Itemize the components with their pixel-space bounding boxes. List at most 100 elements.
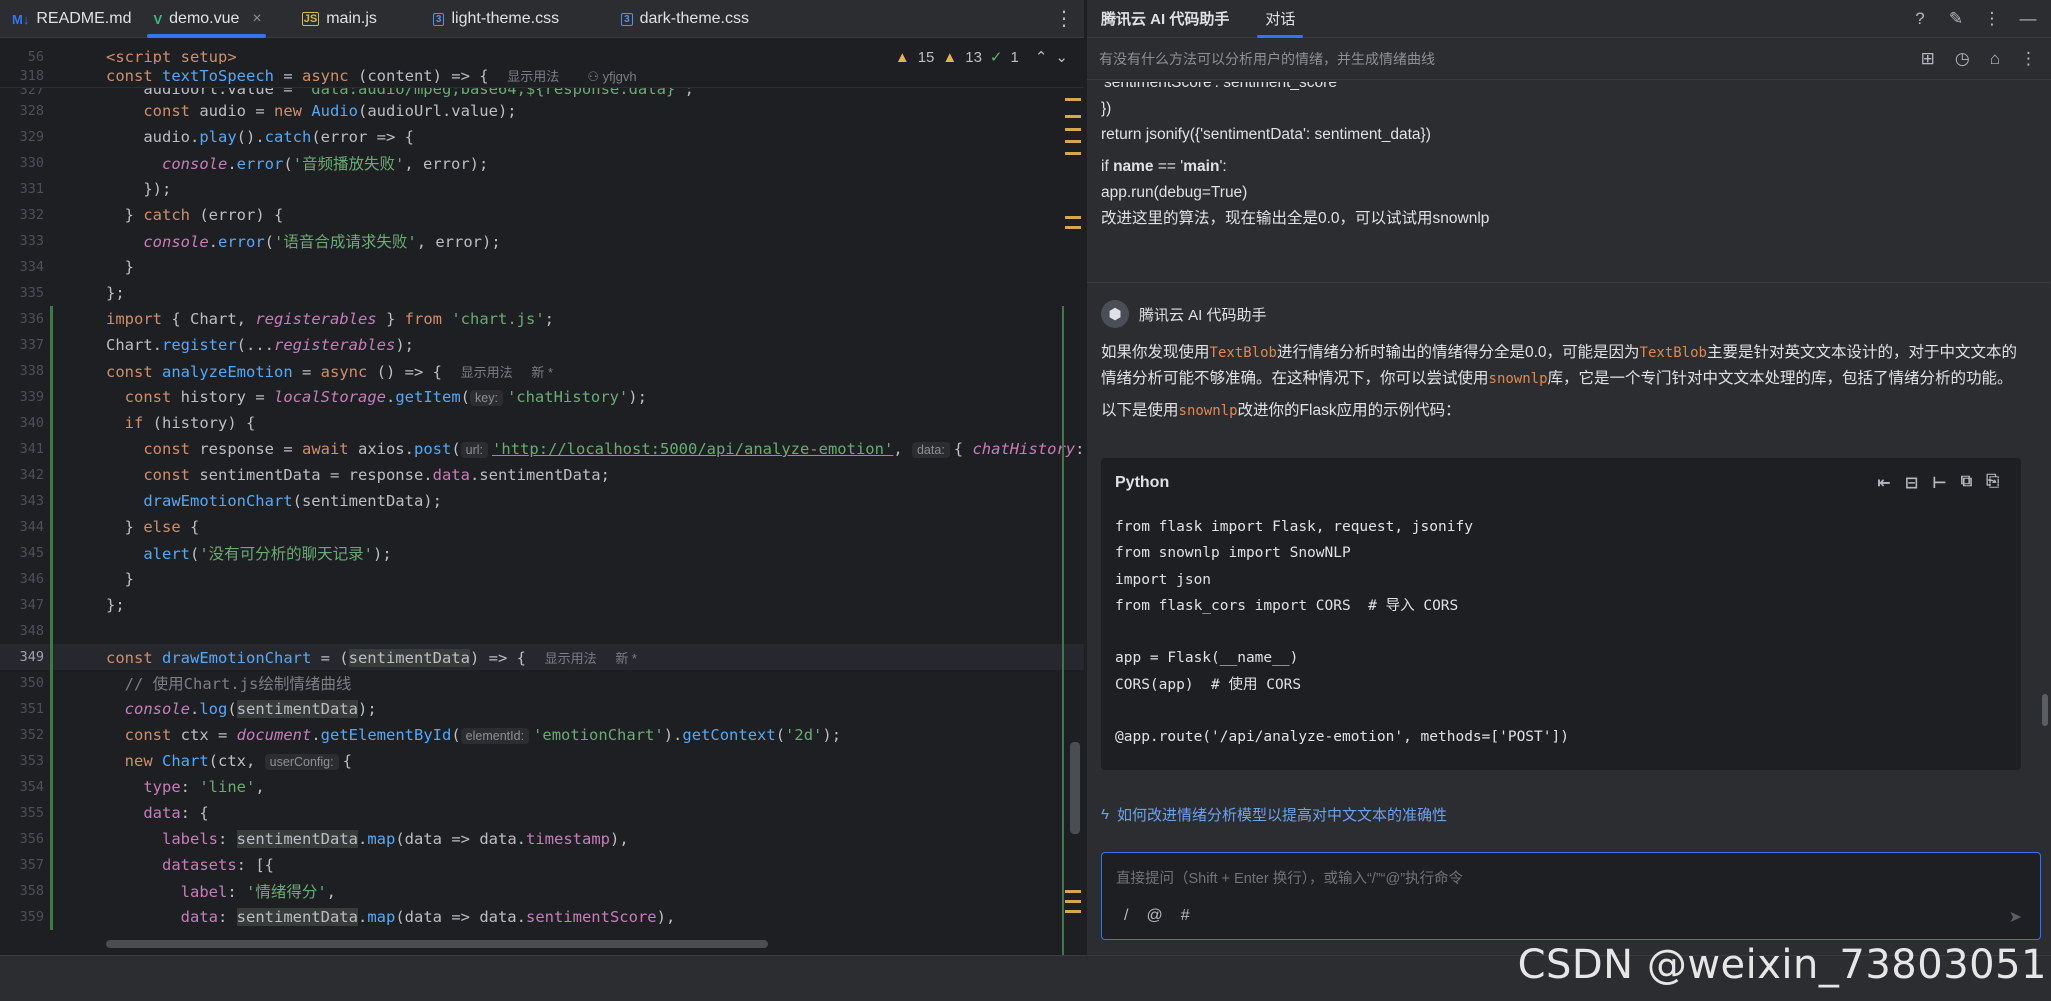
chat-scrollbar[interactable]	[2042, 694, 2048, 726]
command-button[interactable]: /	[1124, 907, 1128, 925]
code-line: 346 }	[0, 566, 1084, 592]
code-language: Python	[1115, 474, 1170, 491]
code-area[interactable]: 56 <script setup> 318 const textToSpeech…	[0, 44, 1084, 955]
warning-icon: ▲	[894, 48, 910, 66]
insert-icon[interactable]: ⇤	[1877, 473, 1890, 493]
code-line: 335};	[19, 284, 125, 302]
conversation-title: 有没有什么方法可以分析用户的情绪，并生成情绪曲线	[1099, 50, 1435, 67]
split-icon[interactable]: ⊢	[1932, 473, 1947, 493]
code-line-current: 349 const drawEmotionChart = (sentimentDa…	[0, 644, 1084, 670]
warning-count: 15	[917, 48, 935, 66]
help-icon[interactable]: ?	[1911, 9, 1929, 29]
weak-warning-icon: ▲	[942, 48, 958, 66]
toolbox-icon[interactable]: ⌂	[1990, 49, 2000, 69]
ok-count: 1	[1010, 48, 1019, 66]
tab-label: README.md	[36, 10, 132, 27]
inspection-widget[interactable]: ▲ 15 ▲ 13 ✓ 1 ⌃ ⌄	[890, 48, 1072, 66]
reference-button[interactable]: #	[1181, 907, 1190, 925]
tab-light-theme-css[interactable]: 3 light-theme.css	[421, 0, 569, 38]
edit-icon[interactable]: ✎	[1947, 9, 1965, 29]
chat-input[interactable]: 直接提问（Shift + Enter 换行），或输入“/”“@”执行命令 / @…	[1101, 852, 2041, 940]
code-line: 340 if (history) {	[0, 410, 1084, 436]
code-line: 345 alert('没有可分析的聊天记录');	[0, 540, 1084, 566]
chevron-up-icon[interactable]: ⌃	[1035, 48, 1048, 66]
new-file-icon[interactable]: ⎘	[1986, 473, 1999, 493]
code-line: 348	[0, 618, 1084, 644]
more-icon[interactable]: ⋮	[1983, 9, 2001, 29]
new-chat-icon[interactable]: ⊞	[1921, 49, 1935, 69]
tab-label: light-theme.css	[451, 10, 560, 27]
code-line: 329 audio.play().catch(error => {	[19, 128, 414, 146]
ai-assistant-panel: 腾讯云 AI 代码助手 对话 ? ✎ ⋮ — 有没有什么方法可以分析用户的情绪，…	[1086, 0, 2051, 955]
code-line: 328 const audio = new Audio(audioUrl.val…	[19, 102, 517, 120]
user-message: 'sentimentScore': sentiment_score }) ret…	[1101, 82, 1490, 227]
change-marker	[1062, 306, 1064, 955]
more-icon[interactable]: ⋮	[2020, 49, 2037, 69]
code-line: 334 }	[19, 258, 134, 276]
tab-main-js[interactable]: JS main.js	[290, 0, 387, 38]
tab-chat[interactable]: 对话	[1257, 0, 1304, 38]
editor-tab-bar: M↓ README.md V demo.vue × JS main.js 3 l…	[0, 0, 1084, 38]
conversation-title-bar: 有没有什么方法可以分析用户的情绪，并生成情绪曲线 ⊞ ◷ ⌂ ⋮	[1087, 38, 2051, 80]
tab-label: dark-theme.css	[639, 10, 749, 27]
css-icon: 3	[432, 12, 445, 26]
warning-marker[interactable]	[1065, 140, 1081, 143]
markdown-icon: M↓	[12, 11, 30, 27]
more-tabs-icon[interactable]: ⋮	[1044, 0, 1084, 37]
tab-label: main.js	[326, 10, 377, 27]
warning-marker[interactable]	[1065, 216, 1081, 219]
vertical-scrollbar[interactable]	[1070, 742, 1080, 834]
code-line: 333 console.error('语音合成请求失败', error);	[19, 233, 501, 251]
chat-messages[interactable]: 'sentimentScore': sentiment_score }) ret…	[1087, 82, 2050, 842]
history-icon[interactable]: ◷	[1955, 49, 1970, 69]
tab-readme[interactable]: M↓ README.md	[0, 0, 141, 38]
warning-marker[interactable]	[1065, 98, 1081, 101]
warning-marker[interactable]	[1065, 152, 1081, 155]
assistant-title: 腾讯云 AI 代码助手	[1101, 11, 1230, 28]
suggested-question[interactable]: ϟ 如何改进情绪分析模型以提高对中文文本的准确性	[1101, 804, 1447, 825]
css-icon: 3	[621, 12, 633, 26]
weak-warning-count: 13	[965, 48, 982, 66]
chevron-down-icon[interactable]: ⌄	[1055, 48, 1068, 66]
code-line: 331 });	[19, 180, 172, 198]
code-line: 339 const history = localStorage.getItem…	[0, 384, 1084, 410]
code-editor[interactable]: M↓ README.md V demo.vue × JS main.js 3 l…	[0, 0, 1084, 955]
code-line: 332 } catch (error) {	[19, 206, 284, 224]
minimize-icon[interactable]: —	[2019, 9, 2037, 29]
code-line: 344 } else {	[0, 514, 1084, 540]
javascript-icon: JS	[301, 12, 320, 26]
code-line: 356 labels: sentimentData.map(data => da…	[0, 826, 1084, 852]
input-placeholder: 直接提问（Shift + Enter 换行），或输入“/”“@”执行命令	[1116, 871, 1464, 887]
watermark: CSDN @weixin_73803051	[1517, 942, 2047, 988]
mention-button[interactable]: @	[1146, 907, 1162, 925]
warning-marker[interactable]	[1065, 226, 1081, 229]
tab-label: demo.vue	[169, 10, 240, 27]
code-line: 338 const analyzeEmotion = async () => { …	[0, 358, 1084, 384]
tab-demo-vue[interactable]: V demo.vue ×	[141, 0, 271, 38]
lightning-icon: ϟ	[1101, 806, 1109, 823]
warning-marker[interactable]	[1065, 128, 1081, 131]
warning-marker[interactable]	[1065, 910, 1081, 913]
copy-icon[interactable]: ⧉	[1961, 473, 1972, 493]
code-line: 330 console.error('音频播放失败', error);	[19, 155, 489, 173]
horizontal-scrollbar[interactable]	[106, 940, 768, 948]
code-line: 359 data: sentimentData.map(data => data…	[0, 904, 1084, 930]
code-line: 350 // 使用Chart.js绘制情绪曲线	[0, 670, 1084, 696]
code-line: 347};	[0, 592, 1084, 618]
send-icon[interactable]: ➤	[2009, 907, 2022, 927]
warning-marker[interactable]	[1065, 900, 1081, 903]
warning-marker[interactable]	[1065, 890, 1081, 893]
assistant-sender: ⬢ 腾讯云 AI 代码助手	[1101, 300, 1267, 328]
code-line: 354 type: 'line',	[0, 774, 1084, 800]
code-line: 358 label: '情绪得分',	[0, 878, 1084, 904]
warning-marker[interactable]	[1065, 115, 1081, 118]
close-icon[interactable]: ×	[252, 10, 261, 28]
tab-dark-theme-css[interactable]: 3 dark-theme.css	[609, 0, 759, 38]
assistant-avatar-icon: ⬢	[1101, 300, 1129, 328]
diff-icon[interactable]: ⊟	[1905, 473, 1918, 493]
code-line: 355 data: {	[0, 800, 1084, 826]
code-line: 337 Chart.register(...registerables);	[0, 332, 1084, 358]
message-divider	[1087, 282, 2050, 283]
assistant-reply: 如果你发现使用TextBlob进行情绪分析时输出的情绪得分全是0.0，可能是因为…	[1101, 344, 2017, 419]
code-line: 336 import { Chart, registerables } from …	[0, 306, 1084, 332]
